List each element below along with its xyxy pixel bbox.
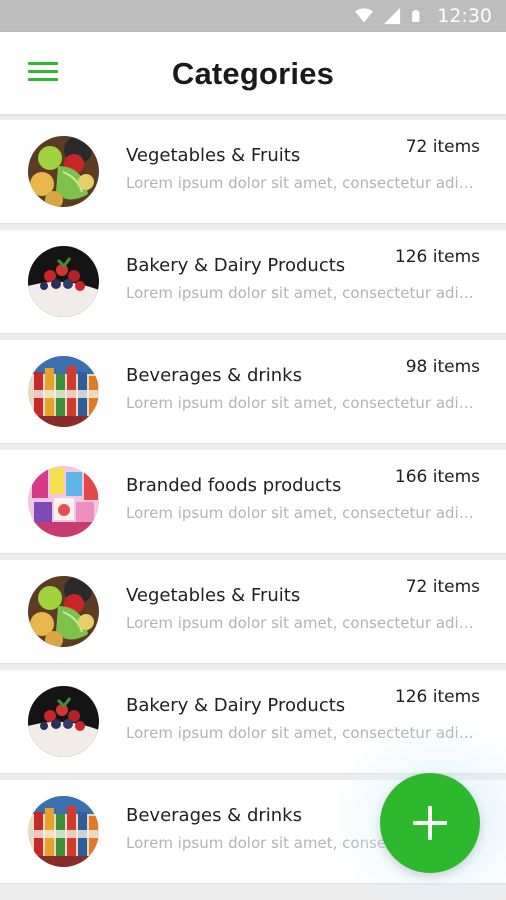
category-name: Vegetables & Fruits xyxy=(126,585,301,606)
bakery-dairy-image xyxy=(28,246,99,317)
category-name: Branded foods products xyxy=(126,475,342,496)
app-bar: Categories xyxy=(0,32,506,114)
category-item-count: 126 items xyxy=(394,687,480,707)
category-description: Lorem ipsum dolor sit amet, consectetur … xyxy=(126,284,476,302)
beverages-image xyxy=(28,796,99,867)
beverages-image xyxy=(28,356,99,427)
category-description: Lorem ipsum dolor sit amet, consectetur … xyxy=(126,724,476,742)
category-description: Lorem ipsum dolor sit amet, consectetur … xyxy=(126,174,476,192)
category-item-count: 126 items xyxy=(394,247,480,267)
page-title: Categories xyxy=(171,56,335,91)
category-card[interactable]: Vegetables & Fruits 72 items Lorem ipsum d… xyxy=(0,120,506,223)
category-card[interactable]: Bakery & Dairy Products 126 items Lorem ip… xyxy=(0,230,506,333)
signal-icon xyxy=(384,7,401,25)
status-bar: 12:30 xyxy=(0,0,506,32)
app-screen: 12:30 Categories Vegetables & Fruits 72 i… xyxy=(0,0,506,900)
battery-icon xyxy=(412,10,420,22)
category-name: Bakery & Dairy Products xyxy=(126,255,346,276)
vegetables-fruits-image xyxy=(28,576,99,647)
category-name: Vegetables & Fruits xyxy=(126,145,301,166)
category-name: Beverages & drinks xyxy=(126,365,302,386)
category-card[interactable]: Branded foods products 166 items Lorem ips… xyxy=(0,450,506,553)
category-name: Bakery & Dairy Products xyxy=(126,695,346,716)
category-card[interactable]: Vegetables & Fruits 72 items Lorem ipsum d… xyxy=(0,560,506,663)
add-category-button[interactable] xyxy=(380,773,480,873)
wifi-icon xyxy=(355,8,374,23)
category-item-count: 72 items xyxy=(405,577,480,597)
category-name: Beverages & drinks xyxy=(126,805,302,826)
status-time: 12:30 xyxy=(437,5,492,27)
vegetables-fruits-image xyxy=(28,136,99,207)
category-card[interactable]: Bakery & Dairy Products 126 items Lorem ip… xyxy=(0,670,506,773)
category-item-count: 98 items xyxy=(405,357,480,377)
bakery-dairy-image xyxy=(28,686,99,757)
category-description: Lorem ipsum dolor sit amet, consectetur … xyxy=(126,394,476,412)
category-card[interactable]: Beverages & drinks 98 items Lorem ipsum do… xyxy=(0,340,506,443)
branded-foods-image xyxy=(28,466,99,537)
category-description: Lorem ipsum dolor sit amet, consectetur … xyxy=(126,614,476,632)
category-item-count: 72 items xyxy=(405,137,480,157)
category-item-count: 166 items xyxy=(394,467,480,487)
category-description: Lorem ipsum dolor sit amet, consectetur … xyxy=(126,504,476,522)
